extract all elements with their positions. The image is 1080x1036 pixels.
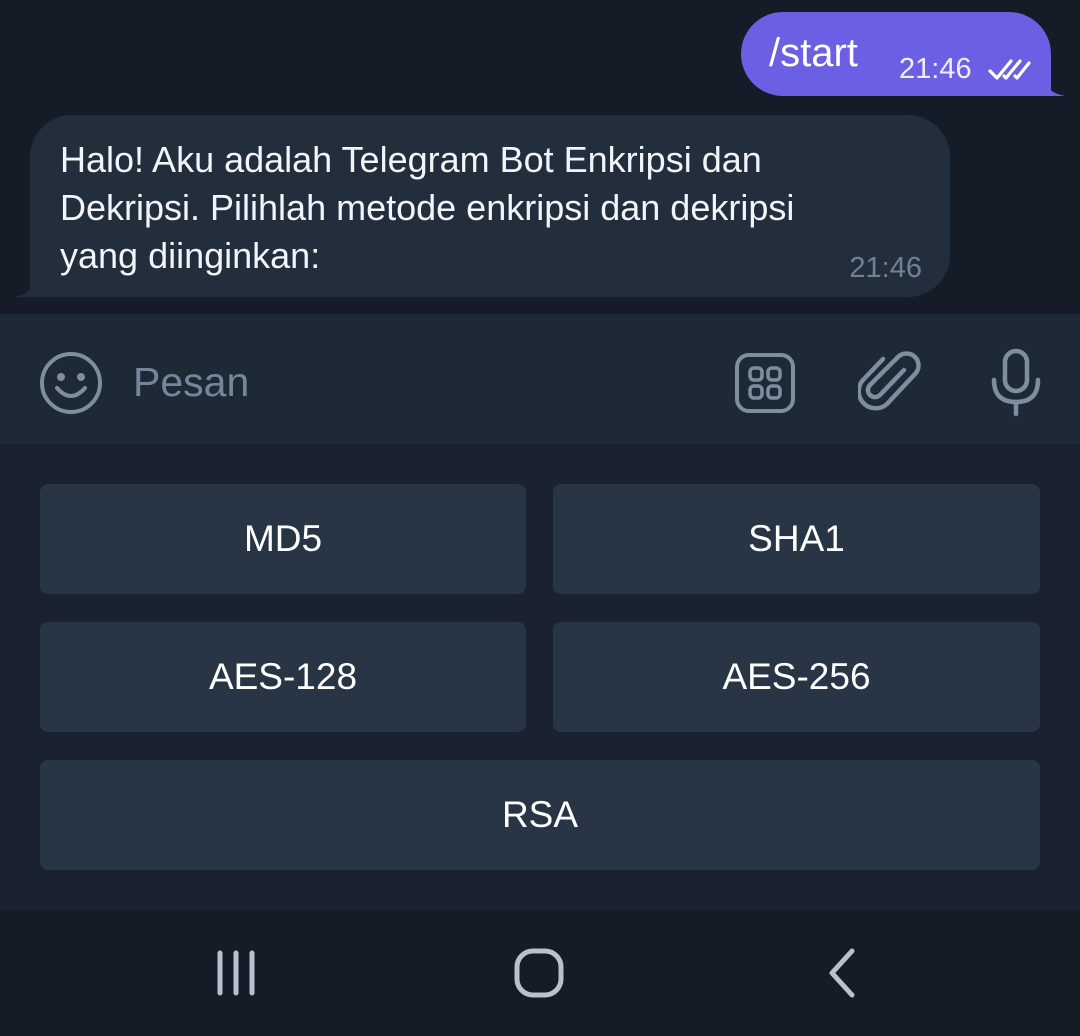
back-icon[interactable] <box>822 946 862 1000</box>
outgoing-message-time: 21:46 <box>899 53 972 85</box>
chat-area[interactable]: /start 21:46 Halo! Aku adalah Telegram B… <box>0 0 1080 314</box>
message-input[interactable]: Pesan <box>133 358 249 406</box>
outgoing-message-text: /start <box>769 31 858 75</box>
aes-256-button[interactable]: AES-256 <box>553 622 1040 732</box>
rsa-button[interactable]: RSA <box>40 760 1040 870</box>
bot-reply-keyboard: MD5 SHA1 AES-128 AES-256 RSA <box>0 444 1080 910</box>
smile-icon[interactable] <box>38 350 104 416</box>
bot-commands-icon[interactable] <box>732 350 798 416</box>
bubble-tail <box>14 271 40 297</box>
android-navigation-bar <box>0 910 1080 1036</box>
incoming-message-bubble[interactable]: Halo! Aku adalah Telegram Bot Enkripsi d… <box>14 115 950 297</box>
aes-128-button[interactable]: AES-128 <box>40 622 526 732</box>
recent-apps-icon[interactable] <box>212 948 260 998</box>
bubble-tail <box>1039 70 1065 96</box>
outgoing-message-bubble[interactable]: /start 21:46 <box>741 12 1065 96</box>
incoming-message-text: Halo! Aku adalah Telegram Bot Enkripsi d… <box>60 139 795 276</box>
message-input-bar: Pesan <box>0 314 1080 444</box>
paperclip-icon[interactable] <box>858 348 924 418</box>
incoming-message-time: 21:46 <box>849 252 922 284</box>
md5-button[interactable]: MD5 <box>40 484 526 594</box>
home-icon[interactable] <box>512 946 566 1000</box>
telegram-chat-screen: /start 21:46 Halo! Aku adalah Telegram B… <box>0 0 1080 1036</box>
sha1-button[interactable]: SHA1 <box>553 484 1040 594</box>
double-check-icon <box>988 59 1031 80</box>
microphone-icon[interactable] <box>988 348 1044 418</box>
